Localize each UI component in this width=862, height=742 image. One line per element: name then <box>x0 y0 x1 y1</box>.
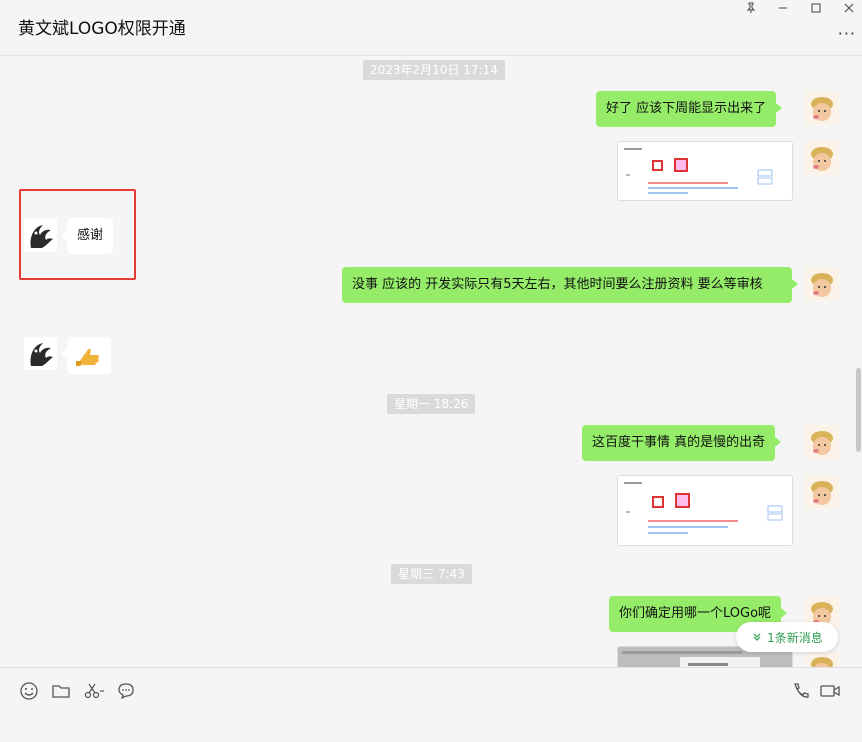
avatar[interactable] <box>805 475 839 509</box>
scissors-icon[interactable] <box>82 680 108 702</box>
maximize-icon[interactable] <box>805 0 827 16</box>
new-message-button[interactable]: 1条新消息 <box>736 622 838 652</box>
pin-icon[interactable] <box>740 0 762 16</box>
new-message-label: 1条新消息 <box>767 630 823 645</box>
highlight-box <box>19 189 136 280</box>
title-bar: 黄文斌LOGO权限开通 ··· <box>0 0 862 56</box>
emoji-icon[interactable] <box>18 680 40 702</box>
more-icon[interactable]: ··· <box>838 24 856 43</box>
image-message[interactable] <box>617 141 793 201</box>
scrollbar-thumb[interactable] <box>856 368 861 452</box>
video-icon[interactable] <box>818 680 842 702</box>
avatar[interactable] <box>24 337 57 370</box>
avatar[interactable] <box>805 91 839 125</box>
timestamp: 星期一 18:26 <box>387 394 476 414</box>
avatar[interactable] <box>805 141 839 175</box>
phone-icon[interactable] <box>790 680 812 702</box>
avatar[interactable] <box>805 267 839 301</box>
chat-title: 黄文斌LOGO权限开通 <box>18 19 186 39</box>
message-bubble[interactable]: 好了 应该下周能显示出来了 <box>596 91 783 127</box>
input-area[interactable] <box>0 667 862 742</box>
minimize-icon[interactable] <box>772 0 794 16</box>
timestamp: 2023年2月10日 17:14 <box>363 60 505 80</box>
close-icon[interactable] <box>838 0 860 16</box>
chat-history-icon[interactable] <box>115 680 137 702</box>
avatar[interactable] <box>805 651 839 667</box>
thumbs-up-emoji-icon <box>76 348 99 366</box>
message-bubble[interactable]: 这百度干事情 真的是慢的出奇 <box>582 425 782 461</box>
chat-message-list[interactable]: 2023年2月10日 17:14 好了 应该下周能显示出来了 感谢 没事 应该的… <box>0 56 862 667</box>
timestamp: 星期三 7:43 <box>391 564 472 584</box>
folder-icon[interactable] <box>50 680 72 702</box>
chevron-double-down-icon <box>753 633 761 641</box>
message-bubble[interactable]: 没事 应该的 开发实际只有5天左右，其他时间要么注册资料 要么等审核 <box>342 267 798 303</box>
emoji-message[interactable] <box>61 337 111 374</box>
image-message[interactable] <box>617 475 793 546</box>
avatar[interactable] <box>805 425 839 459</box>
